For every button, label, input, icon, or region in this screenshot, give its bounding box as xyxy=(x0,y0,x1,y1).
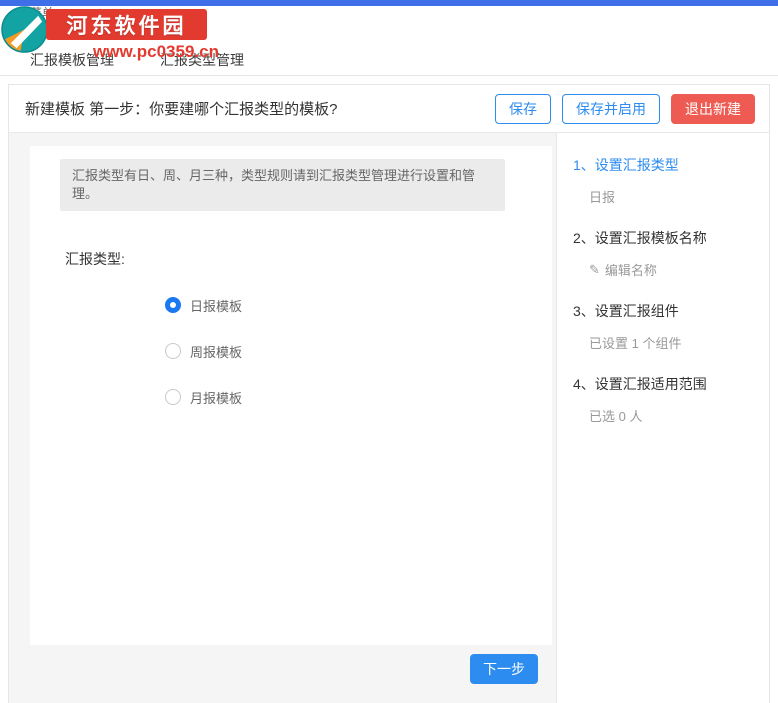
step-detail-text: 已选 0 人 xyxy=(589,409,643,424)
step-2-detail[interactable]: ✎ 编辑名称 xyxy=(589,260,759,279)
step-item-2: 2、设置汇报模板名称 ✎ 编辑名称 xyxy=(573,228,759,279)
type-select-card: 汇报类型有日、周、月三种，类型规则请到汇报类型管理进行设置和管理。 汇报类型: … xyxy=(30,146,552,645)
step-item-4: 4、设置汇报适用范围 已选 0 人 xyxy=(573,374,759,425)
radio-weekly-template[interactable]: 周报模板 xyxy=(165,343,552,360)
header-buttons: 保存 保存并启用 退出新建 xyxy=(495,93,755,124)
steps-sidebar: 1、设置汇报类型 日报 2、设置汇报模板名称 ✎ 编辑名称 3、设置汇报组件 已… xyxy=(556,133,769,703)
step-3-detail: 已设置 1 个组件 xyxy=(589,333,759,352)
type-rule-notice: 汇报类型有日、周、月三种，类型规则请到汇报类型管理进行设置和管理。 xyxy=(60,159,505,212)
step-detail-text: 已设置 1 个组件 xyxy=(589,336,682,351)
panel-header: 新建模板 第一步：你要建哪个汇报类型的模板? 保存 保存并启用 退出新建 xyxy=(9,85,769,133)
top-blue-bar xyxy=(0,0,778,6)
radio-label: 月报模板 xyxy=(190,390,243,406)
step-2-title[interactable]: 2、设置汇报模板名称 xyxy=(573,228,759,248)
step-1-detail: 日报 xyxy=(589,187,759,206)
step-detail-text[interactable]: 编辑名称 xyxy=(605,260,657,279)
divider xyxy=(0,75,778,76)
step-item-3: 3、设置汇报组件 已设置 1 个组件 xyxy=(573,301,759,352)
type-label: 汇报类型: xyxy=(65,251,125,268)
radio-daily-template[interactable]: 日报模板 xyxy=(165,297,552,314)
work-area: 汇报类型有日、周、月三种，类型规则请到汇报类型管理进行设置和管理。 汇报类型: … xyxy=(9,133,556,703)
step-4-detail: 已选 0 人 xyxy=(589,406,759,425)
step-item-1: 1、设置汇报类型 日报 xyxy=(573,155,759,206)
panel-body: 汇报类型有日、周、月三种，类型规则请到汇报类型管理进行设置和管理。 汇报类型: … xyxy=(9,133,769,703)
exit-create-button[interactable]: 退出新建 xyxy=(671,93,755,124)
step-4-title[interactable]: 4、设置汇报适用范围 xyxy=(573,374,759,394)
pencil-icon: ✎ xyxy=(589,261,600,277)
radio-unselected-icon[interactable] xyxy=(165,343,181,360)
report-type-radio-group: 日报模板 周报模板 月报模板 xyxy=(165,297,552,406)
save-button[interactable]: 保存 xyxy=(495,93,551,124)
radio-label: 日报模板 xyxy=(190,298,243,314)
new-template-panel: 新建模板 第一步：你要建哪个汇报类型的模板? 保存 保存并启用 退出新建 汇报类… xyxy=(8,84,770,703)
step-3-title[interactable]: 3、设置汇报组件 xyxy=(573,301,759,321)
radio-monthly-template[interactable]: 月报模板 xyxy=(165,389,552,406)
watermark-site-name: 河东软件园 xyxy=(46,9,207,40)
radio-label: 周报模板 xyxy=(190,344,243,360)
save-and-enable-button[interactable]: 保存并启用 xyxy=(562,93,660,124)
next-step-button[interactable]: 下一步 xyxy=(470,654,538,684)
watermark-site-url: www.pc0359.cn xyxy=(93,42,219,61)
site-logo-icon xyxy=(1,6,48,53)
radio-selected-icon[interactable] xyxy=(165,297,181,314)
page-title: 新建模板 第一步：你要建哪个汇报类型的模板? xyxy=(25,101,338,118)
step-1-title[interactable]: 1、设置汇报类型 xyxy=(573,155,759,175)
step-detail-text: 日报 xyxy=(589,190,616,205)
radio-unselected-icon[interactable] xyxy=(165,389,181,406)
